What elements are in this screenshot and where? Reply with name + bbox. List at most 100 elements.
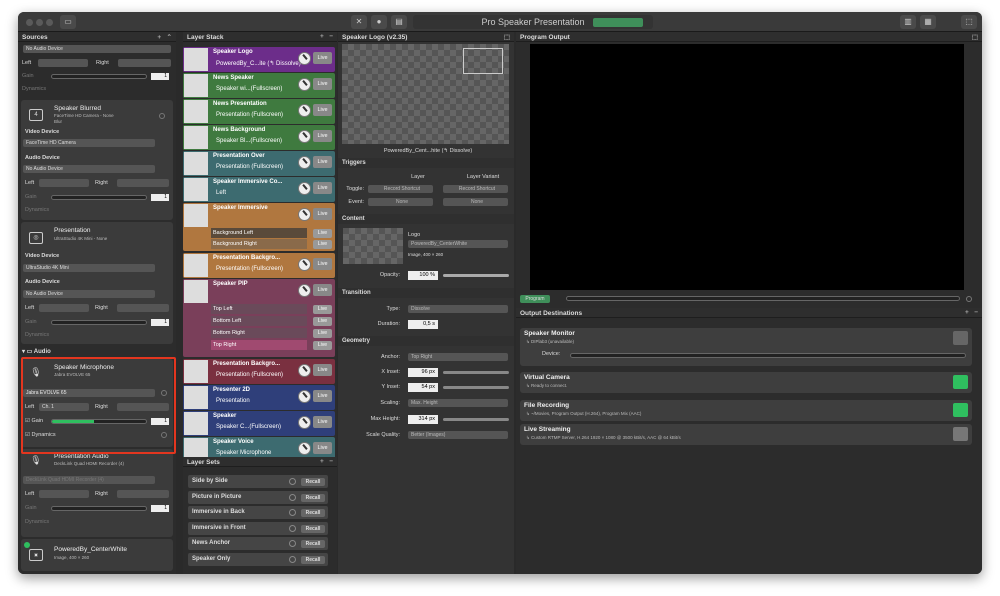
left-select[interactable] [39,179,89,187]
layer-item[interactable]: Presenter 2D Presentation Live [183,385,335,410]
minimize-window-dot[interactable] [36,19,43,26]
transition-type-select[interactable]: Dissolve [408,305,508,313]
recall-button[interactable]: Recall [301,524,325,533]
layer-item[interactable]: News Background Speaker Bl...(Fullscreen)… [183,125,335,150]
live-button[interactable]: Live [313,284,332,296]
layer-variant[interactable]: Bottom Left [211,316,307,326]
live-button[interactable]: Live [313,52,332,64]
right-select[interactable] [117,179,169,187]
destination-toggle-icon[interactable] [953,331,968,345]
layer-set-item[interactable]: Side by Side Recall [188,475,328,488]
max-height-value[interactable]: 314 px [408,415,438,424]
source-powered-by[interactable]: ▣ PoweredBy_CenterWhite Image, 400 × 260 [21,539,173,571]
popout-icon[interactable]: ⬚ [504,33,510,41]
top-left-select[interactable] [38,59,88,67]
set-options-icon[interactable] [289,509,296,516]
destination-toggle-icon[interactable] [953,427,968,441]
gain-slider[interactable] [51,419,147,424]
live-button[interactable]: Live [313,442,332,454]
destination-item[interactable]: File Recording ↳ ~/Movies, Program Output… [520,400,972,421]
set-options-icon[interactable] [289,478,296,485]
opacity-knob[interactable] [298,416,311,429]
sidebar-toggle-icon[interactable]: ▭ [60,15,76,29]
audio-group-header[interactable]: ▾ ▭ Audio [22,348,51,357]
recall-button[interactable]: Recall [301,509,325,517]
live-button[interactable]: Live [313,364,332,376]
opacity-value[interactable]: 100 % [408,271,438,280]
variant-shortcut-button[interactable]: Record Shortcut [443,185,508,193]
opacity-knob[interactable] [298,208,311,221]
scale-quality-select[interactable]: Better (Images) [408,431,508,439]
logo-select[interactable]: PoweredBy_CenterWhite [408,240,508,248]
live-button[interactable]: Live [313,208,332,220]
opacity-knob[interactable] [298,156,311,169]
opacity-knob[interactable] [298,52,311,65]
dynamics-options-icon[interactable] [161,432,167,438]
live-button[interactable]: Live [313,182,332,194]
popout-icon[interactable]: ⬚ [972,33,978,41]
device-slider[interactable] [570,353,966,358]
y-inset-slider[interactable] [443,386,509,389]
layer-item[interactable]: Speaker Immersive Live Background Left Live… [183,203,335,251]
layer-variant[interactable]: Bottom Right [211,328,307,338]
source-speaker-blurred[interactable]: 4 Speaker Blurred FaceTime HD Camera - N… [21,100,173,220]
layer-set-item[interactable]: Immersive in Front Recall [188,521,328,535]
x-inset-slider[interactable] [443,371,509,374]
destination-toggle-icon[interactable] [953,375,968,389]
add-set-button[interactable]: + − [320,458,333,465]
audio-device-select[interactable]: No Audio Device [23,290,155,298]
recall-button[interactable]: Recall [301,478,325,486]
right-select[interactable] [117,490,169,498]
duration-value[interactable]: 0,5 s [408,320,438,329]
layer-item[interactable]: News Presentation Presentation (Fullscree… [183,99,335,124]
gain-value[interactable]: 1 [151,194,169,201]
anchor-select[interactable]: Top Right [408,353,508,361]
recall-button[interactable]: Recall [301,493,325,502]
layer-set-item[interactable]: Speaker Only Recall [188,552,328,566]
right-select[interactable] [117,304,169,312]
right-select[interactable] [117,403,169,411]
layer-variant[interactable]: Top Left [211,304,307,314]
variant-live-button[interactable]: Live [313,341,332,350]
recall-button[interactable]: Recall [301,555,325,564]
layer-set-item[interactable]: Picture in Picture Recall [188,490,328,504]
program-volume-slider[interactable] [566,296,960,301]
video-device-select[interactable]: UltraStudio 4K Mini [23,264,155,272]
gain-slider[interactable] [51,320,147,325]
top-gain-slider[interactable] [51,74,147,79]
layer-item[interactable]: Speaker PIP Live Top Left Live Bottom Left Li… [183,279,335,357]
source-options-icon[interactable] [159,113,165,119]
left-select[interactable] [39,304,89,312]
opacity-knob[interactable] [298,364,311,377]
max-height-slider[interactable] [443,418,509,421]
set-options-icon[interactable] [289,493,296,501]
layer-variant[interactable]: Top Right [211,340,307,350]
gain-slider[interactable] [51,506,147,511]
y-inset-value[interactable]: 54 px [408,383,438,392]
live-button[interactable]: Live [313,156,332,168]
layer-item[interactable]: Speaker Immersive Co... Left Live [183,177,335,202]
add-destination-button[interactable]: + − [965,309,978,316]
variant-live-button[interactable]: Live [313,229,332,238]
live-button[interactable]: Live [313,416,332,428]
variant-live-button[interactable]: Live [313,240,332,249]
set-options-icon[interactable] [289,540,296,547]
variant-live-button[interactable]: Live [313,329,332,338]
source-presentation-audio[interactable]: 🎙 Presentation Audio DeckLink Quad HDMI … [21,449,173,537]
opacity-knob[interactable] [298,182,311,195]
opacity-knob[interactable] [298,284,311,297]
live-button[interactable]: Live [313,78,332,90]
set-options-icon[interactable] [289,555,296,563]
left-select[interactable] [39,490,89,498]
grid-icon[interactable]: ▦ [920,15,936,29]
zoom-window-dot[interactable] [46,19,53,26]
fullscreen-icon[interactable]: ⬚ [961,15,977,29]
top-audio-device-select[interactable]: No Audio Device [23,45,171,53]
layer-item[interactable]: Presentation Backgro... Presentation (Ful… [183,359,335,384]
opacity-knob[interactable] [298,78,311,91]
layer-item[interactable]: Presentation Backgro... Presentation (Ful… [183,253,335,278]
set-options-icon[interactable] [289,524,296,532]
top-gain-value[interactable]: 1 [151,73,169,80]
gain-value[interactable]: 1 [151,319,169,326]
video-device-select[interactable]: FaceTime HD Camera [23,139,155,147]
